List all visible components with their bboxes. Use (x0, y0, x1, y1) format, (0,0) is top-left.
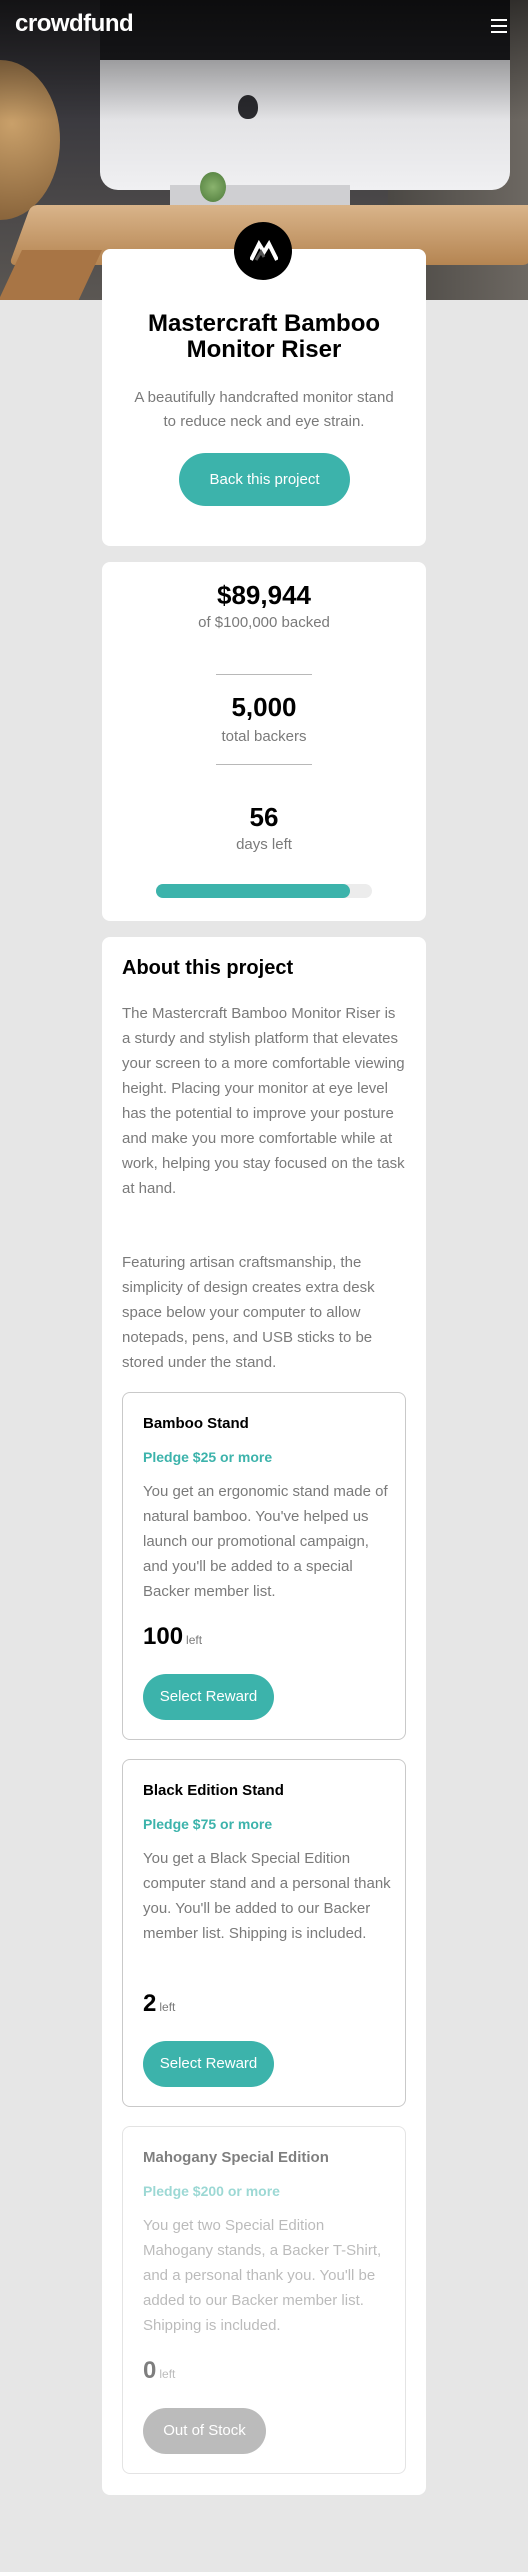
project-title: Mastercraft Bamboo Monitor Riser (147, 310, 381, 363)
project-intro-card: Mastercraft Bamboo Monitor Riser A beaut… (102, 249, 426, 546)
back-project-button[interactable]: Back this project (179, 453, 350, 506)
about-title: About this project (122, 957, 294, 979)
reward-description: You get a Black Special Edition computer… (143, 1850, 391, 1942)
funding-progress-bar (156, 884, 372, 898)
reward-pledge: Pledge $25 or more (143, 1449, 273, 1465)
reward-mahogany-special-edition: Mahogany Special Edition Pledge $200 or … (122, 2126, 406, 2474)
backers-label: total backers (221, 728, 307, 745)
reward-name: Bamboo Stand (143, 1415, 249, 1432)
reward-name: Black Edition Stand (143, 1782, 284, 1799)
divider (216, 764, 312, 765)
out-of-stock-button: Out of Stock (143, 2408, 266, 2454)
hamburger-icon[interactable] (491, 19, 507, 33)
backed-label: of $100,000 backed (198, 614, 330, 631)
reward-left: 100 left (143, 1623, 202, 1651)
backed-amount: $89,944 (217, 580, 311, 610)
backers-count: 5,000 (231, 692, 297, 722)
reward-left: 2 left (143, 1990, 175, 2018)
divider (216, 674, 312, 675)
about-paragraph: The Mastercraft Bamboo Monitor Riser is … (122, 1005, 405, 1197)
logo[interactable]: crowdfund (15, 10, 134, 38)
reward-black-edition-stand: Black Edition Stand Pledge $75 or more Y… (122, 1759, 406, 2107)
project-subtitle: A beautifully handcrafted monitor stand … (134, 389, 394, 430)
left-count: 0 (143, 2357, 157, 2384)
left-label: left (186, 1633, 203, 1647)
days-count: 56 (249, 802, 279, 832)
reward-pledge: Pledge $75 or more (143, 1816, 273, 1832)
left-label: left (159, 2367, 176, 2381)
reward-bamboo-stand: Bamboo Stand Pledge $25 or more You get … (122, 1392, 406, 1740)
reward-pledge: Pledge $200 or more (143, 2183, 280, 2199)
reward-description: You get an ergonomic stand made of natur… (143, 1483, 388, 1600)
about-paragraph: Featuring artisan craftsmanship, the sim… (122, 1254, 375, 1371)
select-reward-button[interactable]: Select Reward (143, 1674, 274, 1720)
left-count: 100 (143, 1623, 184, 1650)
left-label: left (159, 2000, 176, 2014)
reward-left: 0 left (143, 2357, 175, 2385)
progress-fill (156, 884, 351, 898)
left-count: 2 (143, 1990, 157, 2017)
about-card: About this project The Mastercraft Bambo… (102, 937, 426, 2495)
mastercraft-logo-icon (234, 222, 292, 280)
reward-description: You get two Special Edition Mahogany sta… (143, 2217, 382, 2334)
reward-name: Mahogany Special Edition (143, 2149, 329, 2166)
select-reward-button[interactable]: Select Reward (143, 2041, 274, 2087)
stats-card: $89,944 of $100,000 backed 5,000 total b… (102, 562, 426, 921)
days-label: days left (236, 836, 292, 853)
